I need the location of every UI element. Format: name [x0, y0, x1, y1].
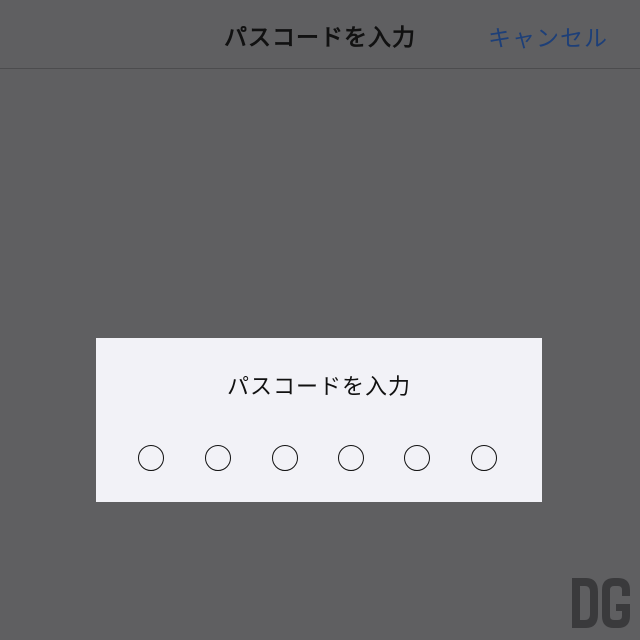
- passcode-dots[interactable]: [138, 445, 502, 475]
- passcode-screen: パスコードを入力 キャンセル パスコードを入力: [0, 0, 640, 640]
- dialog-prompt: パスコードを入力: [226, 375, 411, 400]
- dg-logo-icon: [572, 578, 630, 628]
- passcode-dot-6: [471, 445, 497, 471]
- passcode-dot-3: [272, 445, 298, 471]
- passcode-dot-5: [404, 445, 430, 471]
- passcode-dot-4: [338, 445, 364, 471]
- passcode-dot-2: [205, 445, 231, 471]
- passcode-dialog: パスコードを入力: [96, 338, 542, 502]
- cancel-button[interactable]: キャンセル: [488, 19, 608, 53]
- navigation-bar: パスコードを入力 キャンセル: [0, 0, 640, 69]
- passcode-dot-1: [138, 445, 164, 471]
